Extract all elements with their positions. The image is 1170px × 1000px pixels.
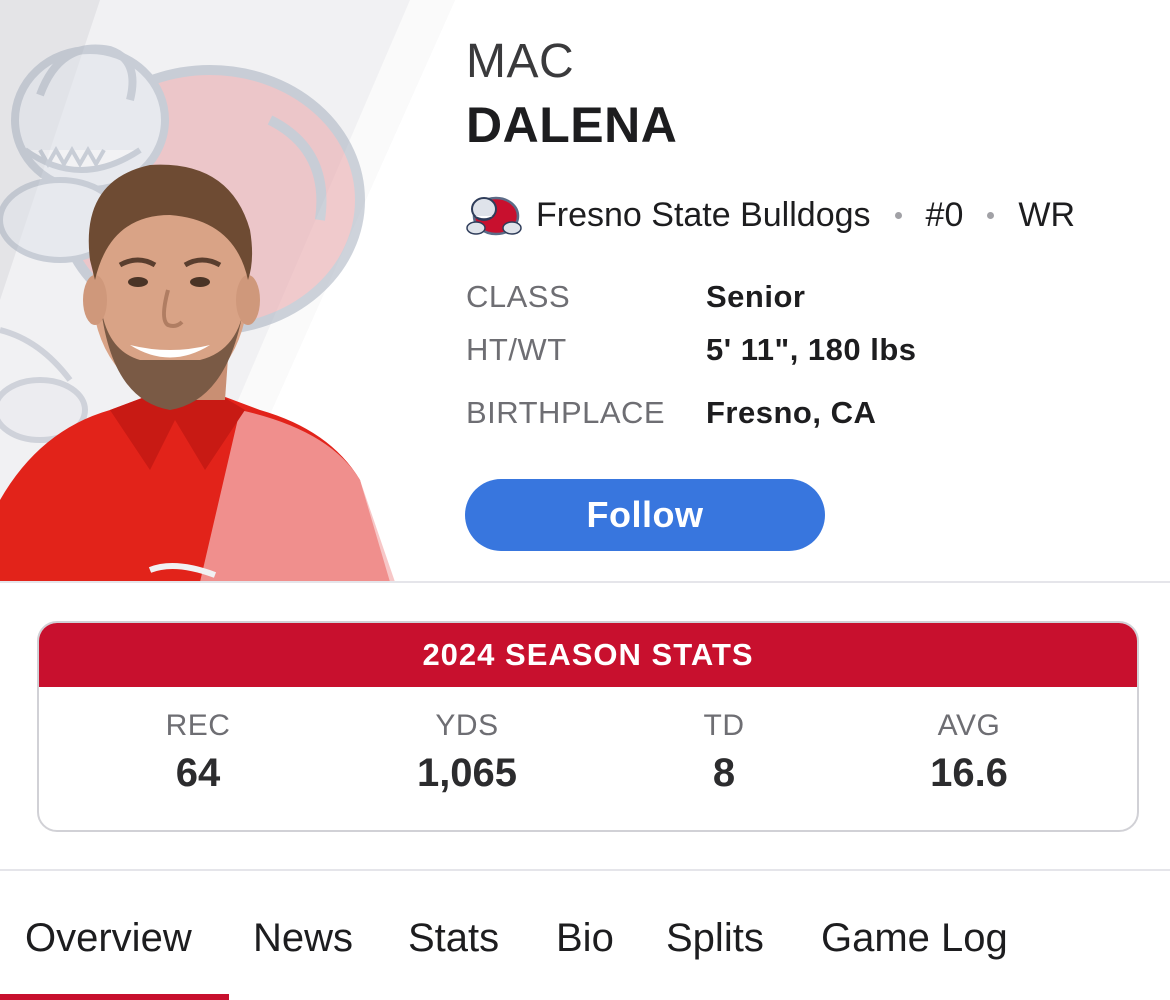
- stat-value: 16.6: [930, 751, 1008, 795]
- dot-separator: [987, 211, 995, 219]
- tab-stats[interactable]: Stats: [408, 916, 499, 961]
- stat-label: YDS: [435, 709, 499, 742]
- divider: [0, 869, 1170, 871]
- info-value: 5' 11", 180 lbs: [706, 331, 917, 367]
- stat-value: 8: [712, 751, 736, 795]
- stat-td: TD 8: [704, 709, 745, 796]
- stat-label: AVG: [937, 709, 1001, 742]
- player-tabs: Overview News Stats Bio Splits Game Log: [0, 872, 1170, 1000]
- stat-yds: YDS 1,065: [417, 709, 517, 796]
- stat-label: REC: [165, 709, 231, 742]
- divider: [0, 581, 1170, 583]
- tab-splits[interactable]: Splits: [666, 916, 764, 961]
- tab-news[interactable]: News: [253, 916, 353, 961]
- player-first-name: MAC: [466, 35, 575, 88]
- team-row: Fresno State Bulldogs #0 WR: [466, 192, 1075, 238]
- active-tab-indicator: [0, 994, 229, 1000]
- info-value: Fresno, CA: [706, 394, 877, 430]
- stat-label: TD: [703, 709, 745, 742]
- bulldog-logo-icon: [466, 196, 522, 236]
- info-value: Senior: [706, 279, 806, 314]
- player-last-name: DALENA: [466, 97, 678, 153]
- season-stats-title: 2024 SEASON STATS: [39, 623, 1137, 687]
- tab-bio[interactable]: Bio: [556, 916, 614, 961]
- season-stats-row: REC 64 YDS 1,065 TD 8 AVG 16.6: [39, 687, 1137, 830]
- dot-separator: [894, 211, 902, 219]
- info-label: HT/WT: [466, 331, 567, 367]
- player-headshot: [0, 0, 460, 582]
- info-label: BIRTHPLACE: [466, 394, 666, 430]
- info-row-height-weight: HT/WT 5' 11", 180 lbs: [466, 318, 1156, 381]
- follow-button[interactable]: Follow: [465, 479, 825, 551]
- stat-value: 1,065: [416, 751, 518, 795]
- tab-game-log[interactable]: Game Log: [821, 916, 1008, 961]
- stat-value: 64: [175, 751, 221, 795]
- info-label: CLASS: [466, 279, 571, 314]
- player-header: MAC DALENA Fresno State Bulldogs #0 WR C…: [0, 0, 1170, 582]
- stat-avg: AVG 16.6: [930, 709, 1008, 796]
- team-name[interactable]: Fresno State Bulldogs: [536, 196, 871, 235]
- season-stats-card: 2024 SEASON STATS REC 64 YDS 1,065 TD 8 …: [37, 621, 1139, 832]
- info-row-birthplace: BIRTHPLACE Fresno, CA: [466, 381, 1156, 444]
- jersey-number: #0: [925, 195, 964, 234]
- tab-overview[interactable]: Overview: [25, 916, 192, 961]
- info-row-class: CLASS Senior: [466, 276, 1156, 318]
- stat-rec: REC 64: [166, 709, 231, 796]
- player-position: WR: [1018, 195, 1076, 234]
- player-info-table: CLASS Senior HT/WT 5' 11", 180 lbs BIRTH…: [466, 276, 1156, 444]
